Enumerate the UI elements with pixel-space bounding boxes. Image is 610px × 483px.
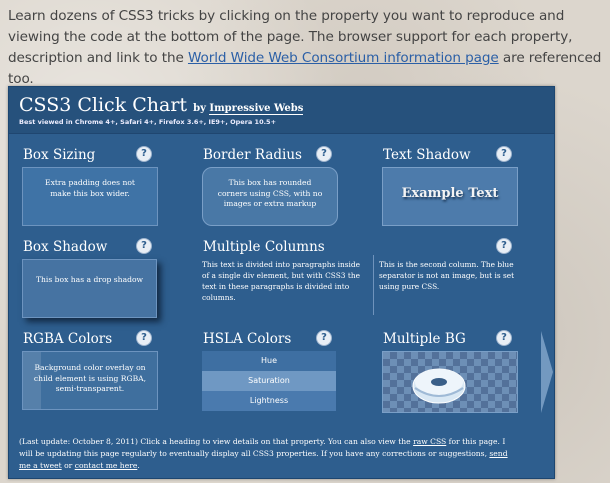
heading-hsla-colors[interactable]: HSLA Colors — [203, 331, 291, 347]
demo-multiple-bg — [382, 351, 518, 413]
intro-paragraph: Learn dozens of CSS3 tricks by clicking … — [8, 6, 606, 90]
chart-header: CSS3 Click Chart by Impressive Webs Best… — [9, 87, 554, 134]
author-link[interactable]: Impressive Webs — [209, 103, 304, 115]
heading-text-shadow[interactable]: Text Shadow — [383, 147, 471, 163]
demo-text: Extra padding does not make this box wid… — [45, 178, 135, 198]
help-icon[interactable]: ? — [137, 147, 151, 161]
demo-text: Example Text — [401, 186, 499, 201]
help-icon[interactable]: ? — [137, 239, 151, 253]
help-icon[interactable]: ? — [497, 147, 511, 161]
chart-title: CSS3 Click Chart by Impressive Webs — [19, 94, 304, 116]
demo-rgba: Background color overlay on child elemen… — [22, 351, 158, 410]
w3c-link[interactable]: World Wide Web Consortium information pa… — [188, 50, 499, 66]
chart-footer: (Last update: October 8, 2011) Click a h… — [19, 436, 519, 472]
heading-rgba-colors[interactable]: RGBA Colors — [23, 331, 112, 347]
contact-link[interactable]: contact me here — [75, 461, 138, 470]
demo-box-sizing: Extra padding does not make this box wid… — [22, 167, 158, 226]
heading-box-shadow[interactable]: Box Shadow — [23, 239, 107, 255]
next-arrow-icon[interactable] — [540, 329, 554, 415]
byline-by: by — [193, 103, 206, 114]
demo-box-shadow: This box has a drop shadow — [22, 259, 157, 318]
demo-text: This box has a drop shadow — [35, 275, 144, 284]
hsla-row-saturation: Saturation — [202, 371, 336, 391]
demo-border-radius: This box has rounded corners using CSS, … — [202, 167, 338, 226]
column-2: This is the second column. The blue sepa… — [379, 260, 515, 291]
help-icon[interactable]: ? — [317, 331, 331, 345]
browser-support: Best viewed in Chrome 4+, Safari 4+, Fir… — [19, 118, 277, 126]
heading-multiple-bg[interactable]: Multiple BG — [383, 331, 466, 347]
demo-text: Background color overlay on child elemen… — [33, 363, 147, 393]
footer-text: (Last update: October 8, 2011) Click a h… — [19, 437, 414, 446]
demo-text: This box has rounded corners using CSS, … — [217, 178, 323, 208]
heading-border-radius[interactable]: Border Radius — [203, 147, 302, 163]
heading-multiple-columns[interactable]: Multiple Columns — [203, 239, 325, 255]
chart-byline: by Impressive Webs — [193, 103, 304, 115]
column-1: This text is divided into paragraphs ins… — [202, 260, 361, 302]
chart-title-text: CSS3 Click Chart — [19, 94, 188, 116]
raw-css-link[interactable]: raw CSS — [413, 437, 446, 446]
help-icon[interactable]: ? — [497, 239, 511, 253]
hsla-row-hue: Hue — [202, 351, 336, 371]
help-icon[interactable]: ? — [137, 331, 151, 345]
heading-box-sizing[interactable]: Box Sizing — [23, 147, 95, 163]
footer-text: . — [137, 461, 140, 470]
css3-click-chart: CSS3 Click Chart by Impressive Webs Best… — [8, 86, 555, 479]
donut-image — [412, 368, 466, 404]
footer-text: or — [61, 461, 75, 470]
help-icon[interactable]: ? — [497, 331, 511, 345]
demo-text-shadow: Example Text — [382, 167, 518, 226]
demo-hsla: Hue Saturation Lightness — [202, 351, 336, 411]
column-separator — [373, 255, 374, 315]
help-icon[interactable]: ? — [317, 147, 331, 161]
hsla-row-lightness: Lightness — [202, 391, 336, 411]
